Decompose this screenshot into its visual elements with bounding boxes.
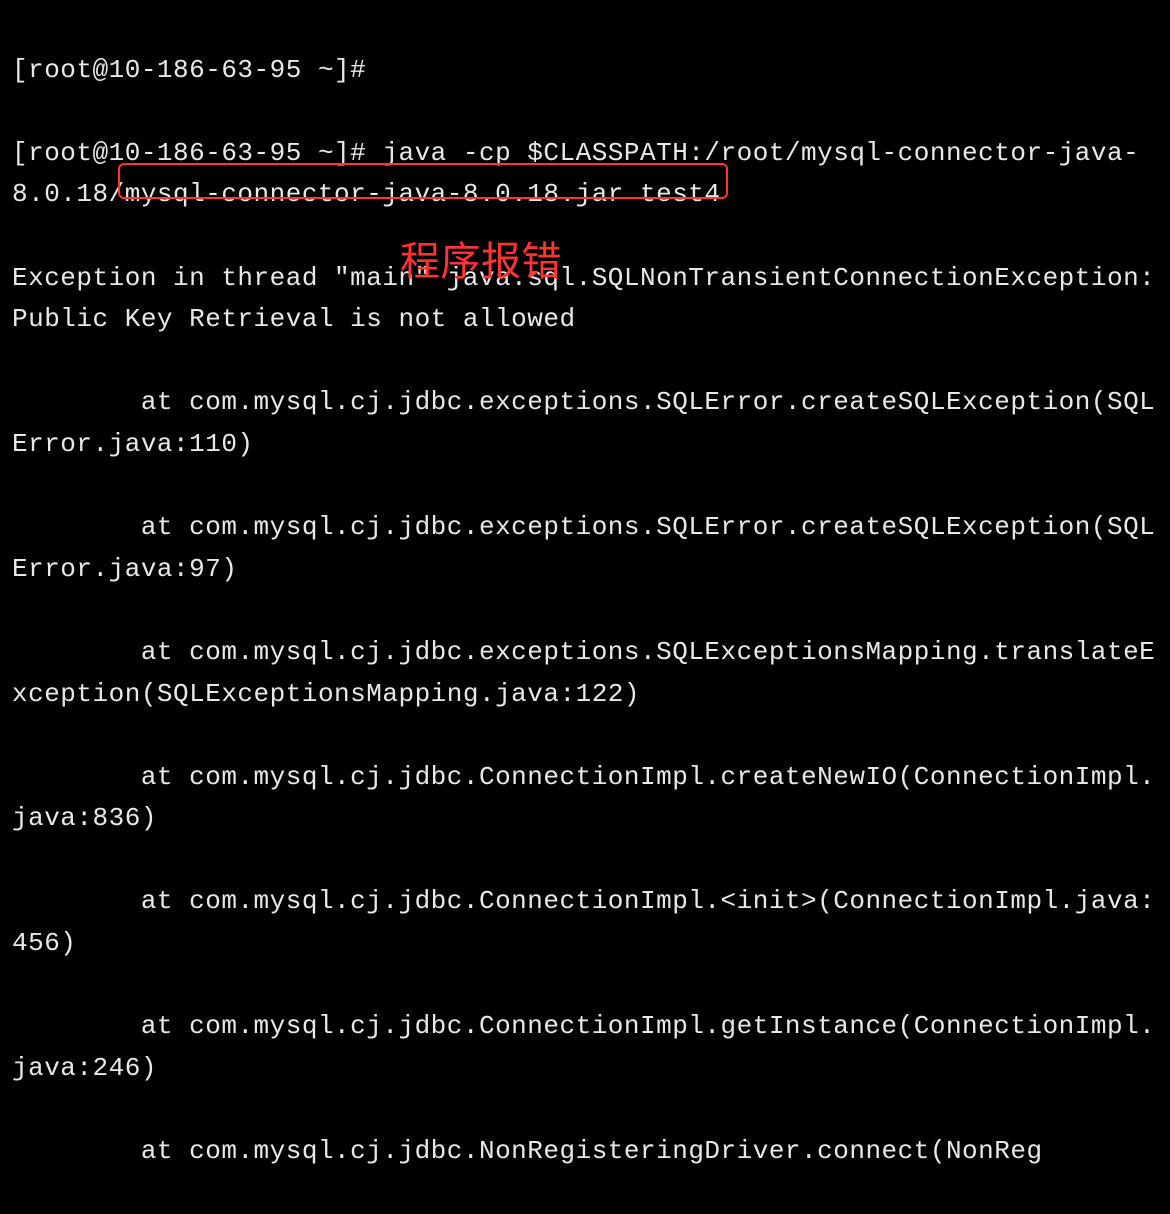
stack-trace-5: at com.mysql.cj.jdbc.ConnectionImpl.<ini… — [12, 881, 1158, 964]
exception-prefix: Exception in thread "main" java.sql.SQLN… — [12, 263, 1170, 293]
stack-trace-3: at com.mysql.cj.jdbc.exceptions.SQLExcep… — [12, 632, 1158, 715]
prompt-line-1: [root@10-186-63-95 ~]# — [12, 50, 1158, 92]
stack-trace-2: at com.mysql.cj.jdbc.exceptions.SQLError… — [12, 507, 1158, 590]
terminal-output[interactable]: [root@10-186-63-95 ~]# [root@10-186-63-9… — [12, 8, 1158, 1214]
stack-trace-4: at com.mysql.cj.jdbc.ConnectionImpl.crea… — [12, 757, 1158, 840]
stack-trace-1: at com.mysql.cj.jdbc.exceptions.SQLError… — [12, 382, 1158, 465]
command-line: [root@10-186-63-95 ~]# java -cp $CLASSPA… — [12, 133, 1158, 216]
prompt: [root@10-186-63-95 ~]# — [12, 138, 382, 168]
stack-trace-6: at com.mysql.cj.jdbc.ConnectionImpl.getI… — [12, 1006, 1158, 1089]
exception-line: Exception in thread "main" java.sql.SQLN… — [12, 258, 1158, 341]
stack-trace-7: at com.mysql.cj.jdbc.NonRegisteringDrive… — [12, 1131, 1158, 1173]
exception-message: Public Key Retrieval is not allowed — [12, 304, 576, 334]
